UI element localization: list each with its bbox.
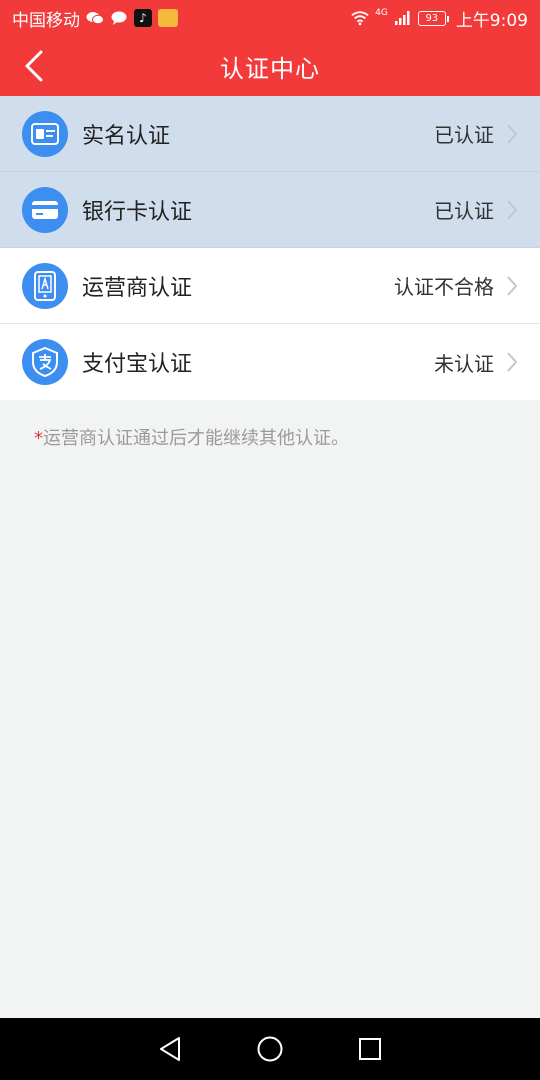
- message-icon: [110, 10, 128, 26]
- triangle-back-icon: [160, 1037, 180, 1061]
- battery-icon: 93: [417, 10, 449, 26]
- chevron-right-icon: [506, 351, 520, 373]
- page-title: 认证中心: [220, 54, 320, 83]
- item-status: 已认证: [434, 123, 494, 147]
- verification-list: 实名认证 已认证 银行卡认证 已认证 运营商认证 认证不合格 支付宝认证 未认证: [0, 96, 540, 400]
- square-recents-icon: [359, 1038, 381, 1060]
- item-label: 运营商认证: [82, 275, 193, 301]
- phone-carrier-icon: [22, 262, 68, 309]
- bank-card-icon: [22, 186, 68, 233]
- clock: 上午9:09: [455, 10, 528, 31]
- network-type: 4G: [375, 7, 388, 18]
- item-status: 未认证: [434, 351, 494, 376]
- signal-icon: [394, 10, 412, 26]
- wifi-icon: [351, 10, 369, 26]
- status-right: 4G 93 上午9:09: [351, 6, 528, 31]
- tiktok-icon: ♪: [134, 9, 152, 27]
- status-left: 中国移动 ♪: [12, 6, 178, 31]
- hint-text: 运营商认证通过后才能继续其他认证。: [43, 428, 349, 449]
- circle-home-icon: [257, 1036, 283, 1062]
- back-button[interactable]: [14, 46, 54, 86]
- item-label: 支付宝认证: [82, 352, 193, 377]
- required-star: *: [34, 428, 43, 449]
- battery-level: 93: [425, 12, 439, 24]
- list-item-alipay[interactable]: 支付宝认证 未认证: [0, 324, 540, 400]
- item-status: 认证不合格: [394, 275, 494, 299]
- chevron-right-icon: [506, 123, 520, 145]
- chevron-right-icon: [506, 199, 520, 221]
- hint-note: *运营商认证通过后才能继续其他认证。: [34, 424, 349, 450]
- chevron-right-icon: [506, 275, 520, 297]
- id-card-icon: [22, 110, 68, 157]
- list-item-realname[interactable]: 实名认证 已认证: [0, 96, 540, 172]
- list-item-bankcard[interactable]: 银行卡认证 已认证: [0, 172, 540, 248]
- list-item-carrier[interactable]: 运营商认证 认证不合格: [0, 248, 540, 324]
- item-label: 银行卡认证: [82, 199, 193, 225]
- nav-recents-button[interactable]: [350, 1029, 390, 1069]
- nav-home-button[interactable]: [250, 1029, 290, 1069]
- game-app-icon: [158, 9, 178, 27]
- carrier-name: 中国移动: [12, 10, 80, 31]
- nav-back-button[interactable]: [150, 1029, 190, 1069]
- status-bar: 中国移动 ♪ 4G 93 上午9:09: [0, 0, 540, 36]
- wechat-icon: [86, 10, 104, 26]
- system-navigation-bar: [0, 1018, 540, 1080]
- chevron-left-icon: [25, 50, 43, 82]
- item-status: 已认证: [434, 199, 494, 223]
- item-label: 实名认证: [82, 123, 171, 149]
- alipay-icon: [22, 339, 68, 385]
- header-bar: 认证中心: [0, 36, 540, 96]
